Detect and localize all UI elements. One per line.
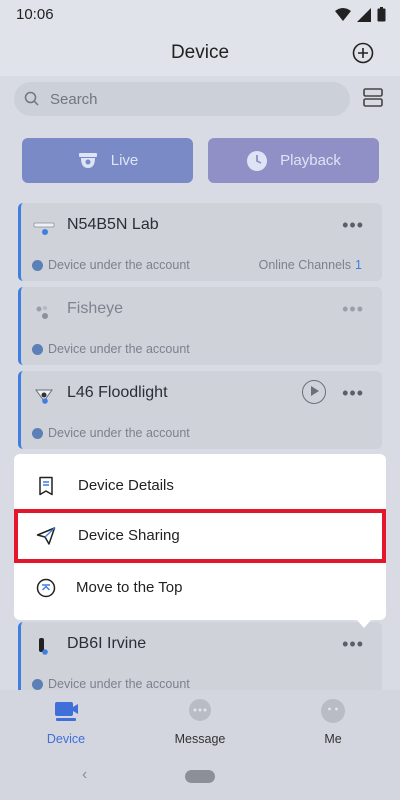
account-info: Device under the account <box>32 677 190 691</box>
clock-icon <box>247 150 268 171</box>
wifi-icon <box>335 7 351 21</box>
tab-me[interactable]: Me <box>278 698 388 746</box>
header: Device <box>0 30 400 76</box>
account-icon <box>32 427 43 439</box>
popup-tail <box>356 619 372 628</box>
fisheye-camera-icon <box>36 306 48 319</box>
device-name: L46 Floodlight <box>67 384 168 401</box>
doorbell-device-icon <box>39 638 48 655</box>
account-label: Device under the account <box>48 677 190 691</box>
search-icon <box>24 91 39 106</box>
list-view-icon[interactable] <box>362 86 384 108</box>
search-placeholder: Search <box>50 91 98 108</box>
live-label: Live <box>110 152 139 169</box>
more-options-icon[interactable]: ••• <box>342 215 364 236</box>
device-card[interactable]: L46 Floodlight ••• Device under the acco… <box>18 371 382 449</box>
more-options-icon[interactable]: ••• <box>342 634 364 655</box>
tab-message[interactable]: Message <box>145 698 255 746</box>
nvr-device-icon <box>33 222 55 235</box>
back-icon[interactable]: ‹ <box>82 766 87 784</box>
tab-device[interactable]: Device <box>11 698 121 746</box>
menu-item-move-to-top[interactable]: Move to the Top <box>14 564 386 612</box>
camera-icon <box>55 702 78 721</box>
dome-camera-icon <box>78 152 97 168</box>
bottom-tab-bar: Device Message Me <box>0 690 400 752</box>
menu-label: Move to the Top <box>76 579 183 596</box>
device-card[interactable]: DB6I Irvine ••• Device under the account <box>18 622 382 700</box>
account-info: Device under the account <box>32 426 190 440</box>
playback-button[interactable]: Playback <box>208 138 379 183</box>
floodlight-camera-icon <box>35 389 53 404</box>
account-icon <box>32 678 43 690</box>
status-bar: 10:06 <box>0 0 400 30</box>
device-card[interactable]: N54B5N Lab ••• Device under the account … <box>18 203 382 281</box>
account-icon <box>32 343 43 355</box>
tab-label: Me <box>324 732 342 746</box>
account-info: Device under the account <box>32 342 190 356</box>
add-device-icon[interactable] <box>352 42 374 64</box>
more-options-icon[interactable]: ••• <box>342 383 364 404</box>
system-nav-bar: ‹ <box>0 752 400 800</box>
home-pill[interactable] <box>185 770 215 783</box>
account-info: Device under the account <box>32 258 190 272</box>
account-label: Device under the account <box>48 342 190 356</box>
online-channels-label: Online Channels <box>258 258 352 272</box>
status-icons <box>335 7 386 22</box>
device-name: N54B5N Lab <box>67 216 159 233</box>
menu-item-device-details[interactable]: Device Details <box>14 462 386 510</box>
profile-icon <box>321 699 345 723</box>
document-icon <box>39 476 53 496</box>
device-card[interactable]: Fisheye ••• Device under the account <box>18 287 382 365</box>
chat-icon <box>189 699 211 721</box>
search-input[interactable]: Search <box>14 82 350 116</box>
tab-label: Device <box>46 732 86 746</box>
device-name: Fisheye <box>67 300 124 317</box>
highlight-box <box>14 509 386 563</box>
page-title: Device <box>170 42 230 63</box>
signal-icon <box>357 7 371 22</box>
online-channels: Online Channels 1 <box>259 258 362 272</box>
account-label: Device under the account <box>48 258 190 272</box>
account-icon <box>32 259 43 271</box>
move-top-icon <box>36 578 56 598</box>
more-options-icon[interactable]: ••• <box>342 299 364 320</box>
account-label: Device under the account <box>48 426 190 440</box>
live-button[interactable]: Live <box>22 138 193 183</box>
battery-icon <box>377 7 386 22</box>
device-name: DB6I Irvine <box>67 635 147 652</box>
status-time: 10:06 <box>16 6 54 23</box>
device-options-menu: Device Details Device Sharing Move to th… <box>14 454 386 628</box>
playback-label: Playback <box>280 152 341 169</box>
menu-label: Device Details <box>78 477 174 494</box>
tab-label: Message <box>174 732 226 746</box>
online-channels-count: 1 <box>355 258 362 272</box>
play-icon[interactable] <box>302 380 326 404</box>
